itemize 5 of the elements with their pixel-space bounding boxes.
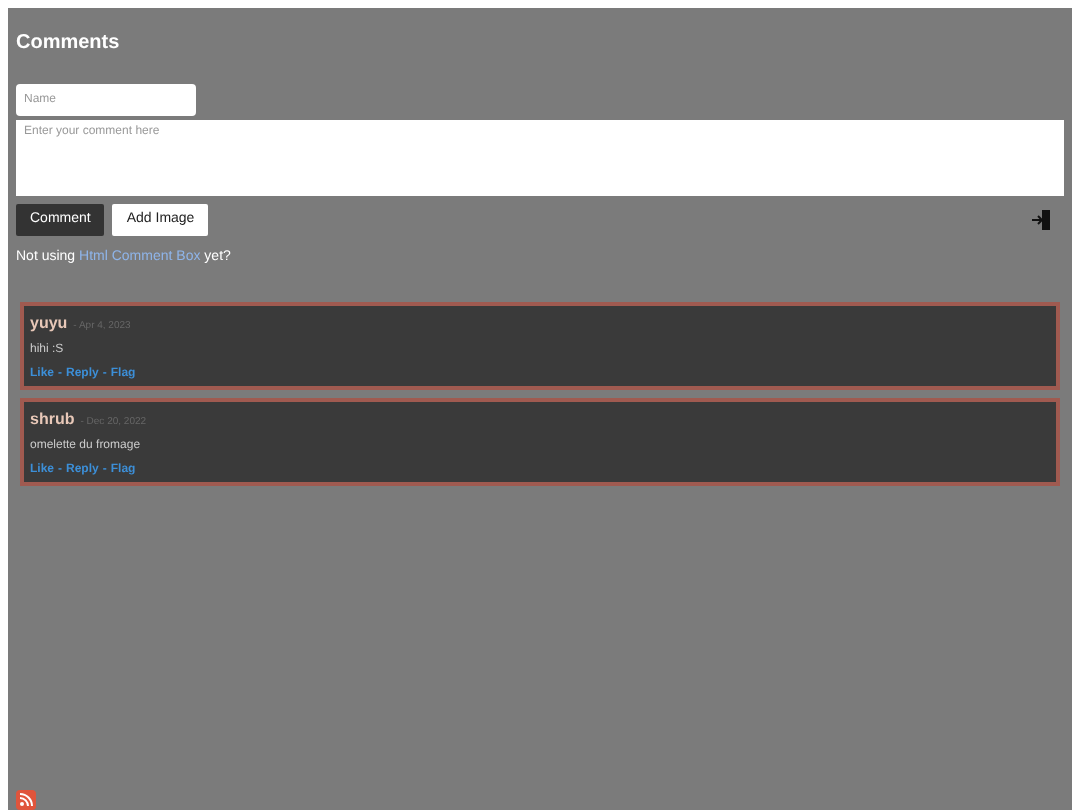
login-icon[interactable] — [1032, 210, 1052, 230]
section-title: Comments — [16, 32, 122, 56]
rss-icon[interactable] — [16, 790, 36, 810]
comment-author: shrub — [30, 407, 75, 431]
comment-author: yuyu — [30, 311, 68, 335]
